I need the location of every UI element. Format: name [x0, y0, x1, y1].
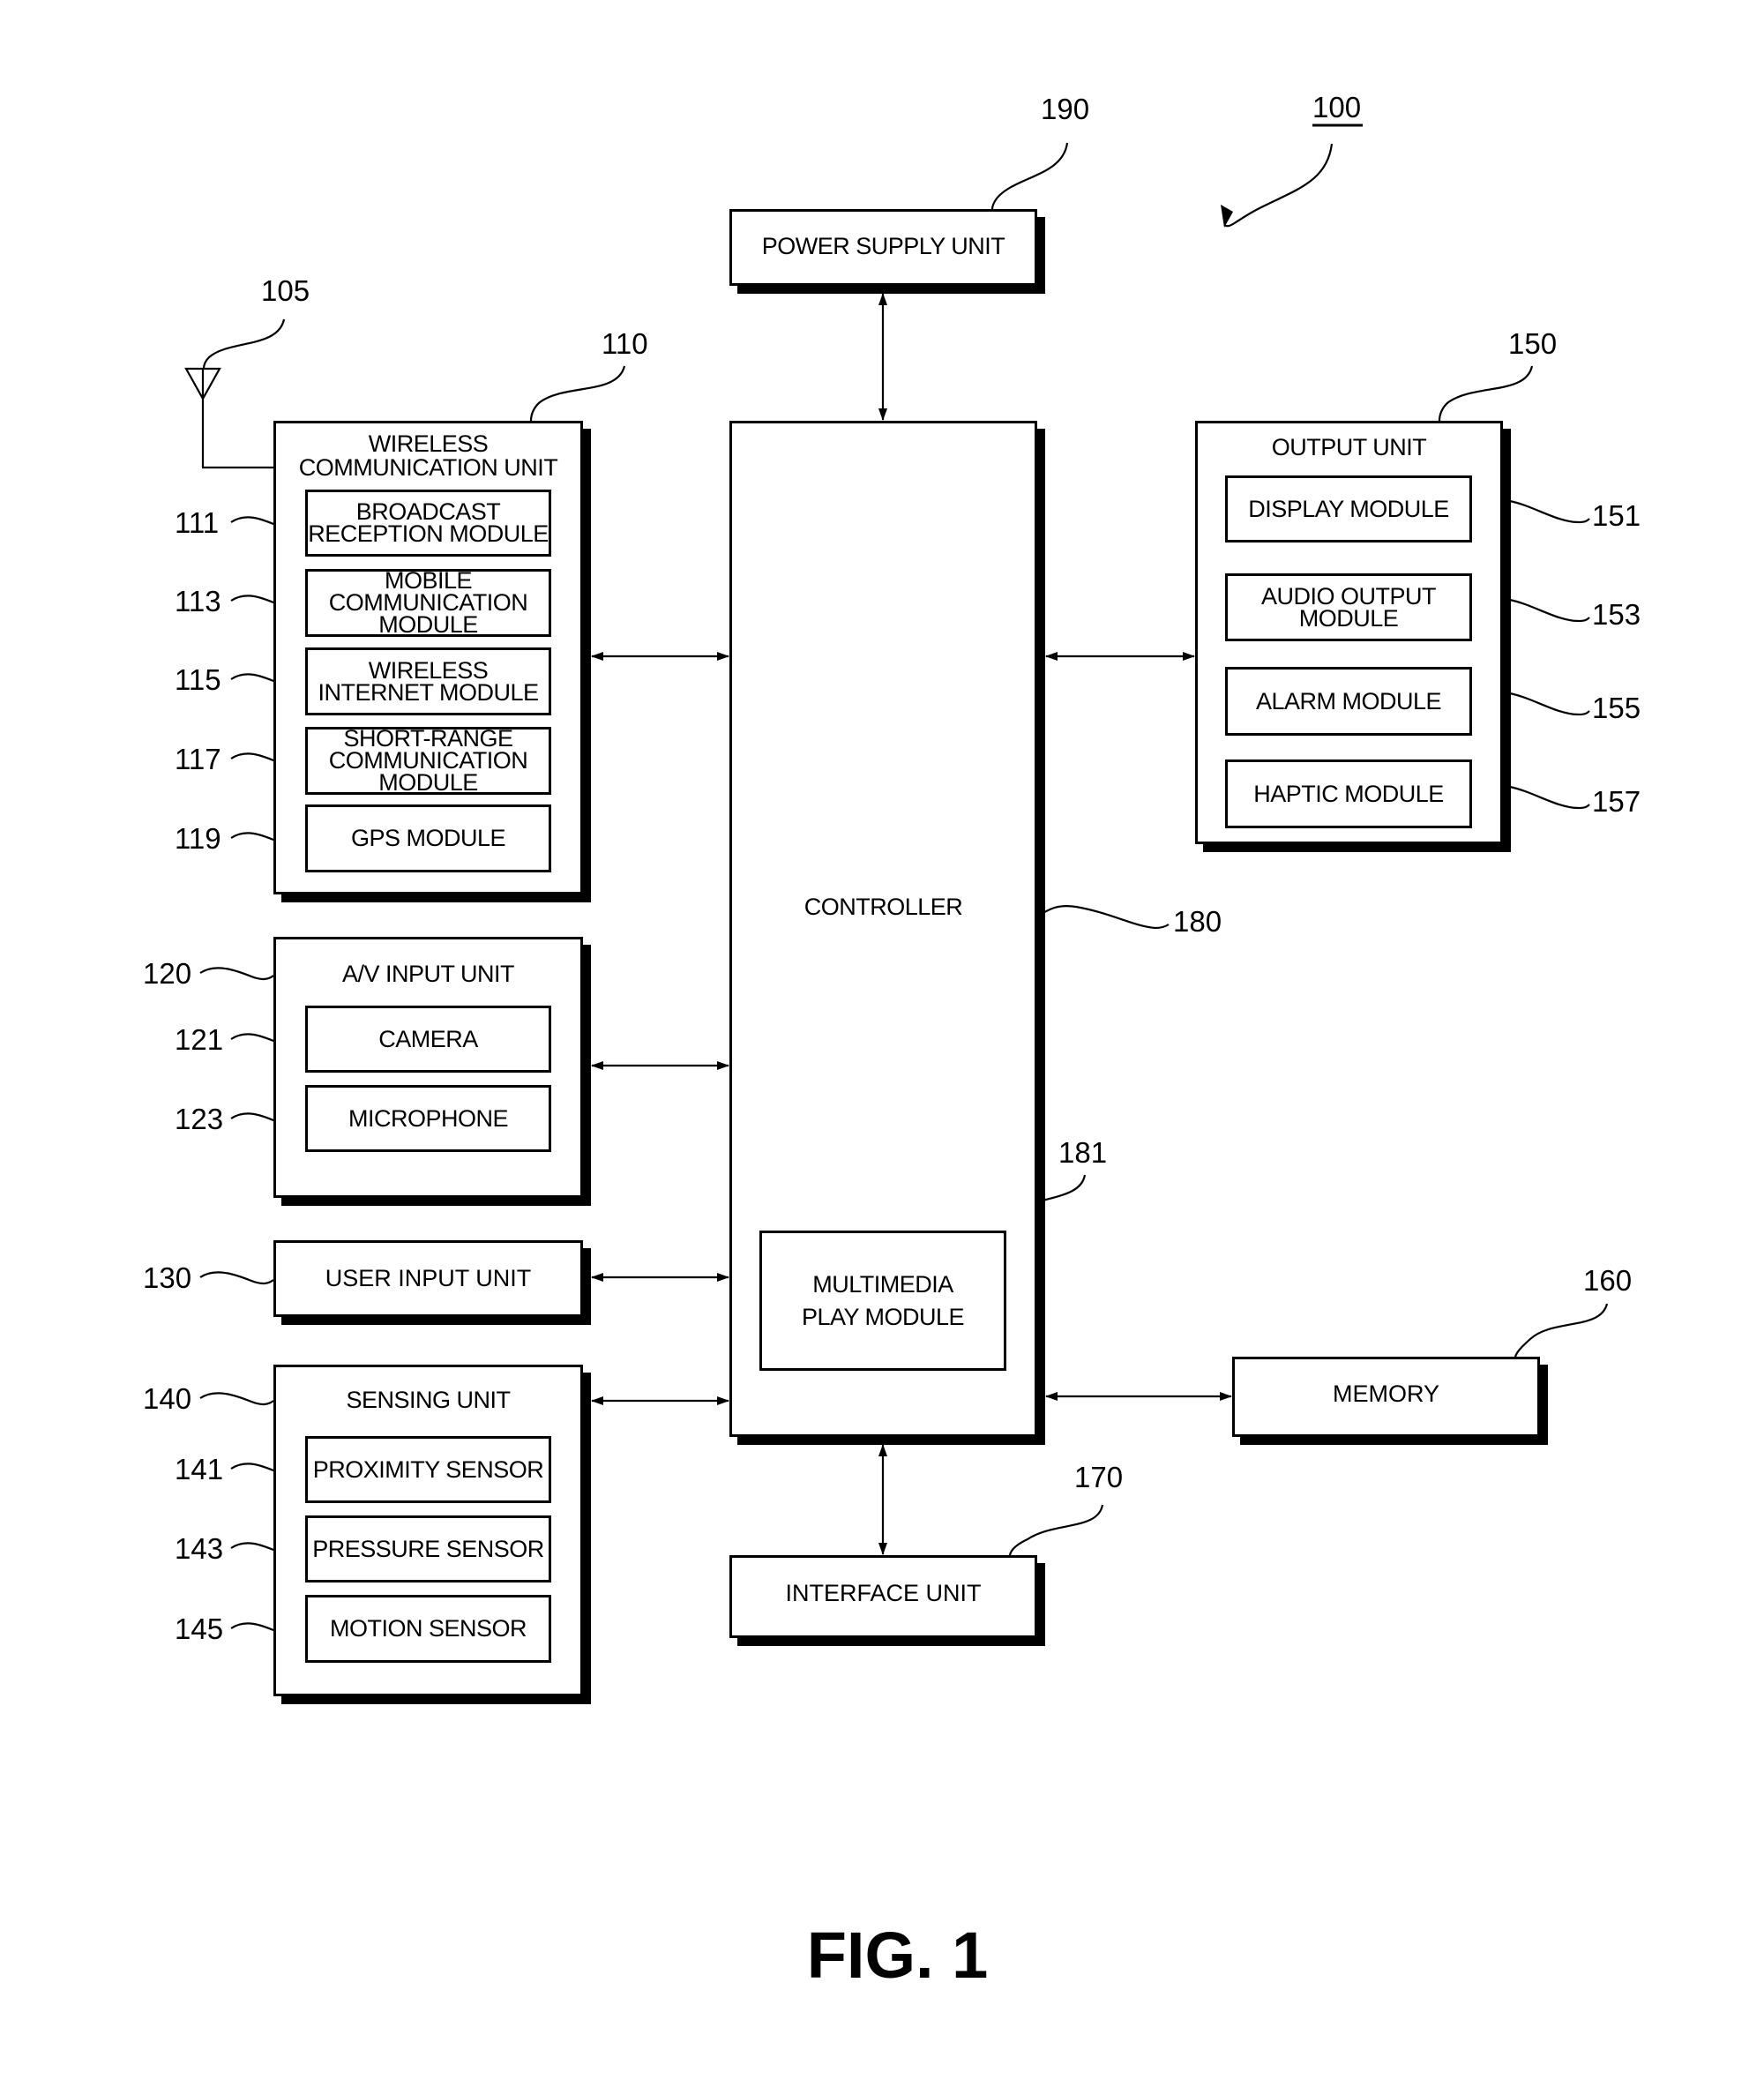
alarm-module: ALARM MODULE [1225, 667, 1472, 736]
av-input-unit-label: A/V INPUT UNIT [341, 961, 515, 987]
ref-119: 119 [175, 822, 221, 855]
camera-module: CAMERA [305, 1006, 551, 1073]
ref-111: 111 [175, 506, 220, 539]
ref-151: 151 [1592, 499, 1641, 532]
broadcast-reception-module: BROADCAST RECEPTION MODULE [305, 490, 551, 557]
audio-output-module: AUDIO OUTPUT MODULE [1225, 573, 1472, 641]
leader-190 [990, 142, 1069, 210]
ref-130: 130 [143, 1261, 192, 1294]
ref-153: 153 [1592, 598, 1641, 631]
ref-155: 155 [1592, 692, 1641, 724]
ref-140: 140 [143, 1382, 192, 1415]
ref-123: 123 [175, 1103, 224, 1135]
wireless-communication-unit-label: WIRELESS COMMUNICATION UNIT [298, 430, 558, 481]
sensing-unit-label: SENSING UNIT [346, 1387, 511, 1413]
microphone-module: MICROPHONE [305, 1085, 551, 1152]
leader-105 [202, 318, 286, 370]
leader-130 [199, 1271, 274, 1285]
ref-170: 170 [1074, 1461, 1124, 1493]
interface-unit-label: INTERFACE UNIT [785, 1579, 982, 1606]
haptic-module: HAPTIC MODULE [1225, 759, 1472, 828]
gps-module: GPS MODULE [305, 804, 551, 872]
leader-160 [1514, 1303, 1609, 1358]
ref-100: 100 [1312, 91, 1362, 123]
leader-150 [1438, 365, 1534, 422]
motion-sensor: MOTION SENSOR [305, 1595, 551, 1663]
user-input-unit-label: USER INPUT UNIT [325, 1265, 532, 1291]
pressure-sensor: PRESSURE SENSOR [305, 1515, 551, 1582]
display-module: DISPLAY MODULE [1225, 475, 1472, 542]
ref-115: 115 [175, 663, 221, 696]
ref-150: 150 [1508, 327, 1558, 360]
power-supply-unit-block: POWER SUPPLY UNIT [729, 209, 1037, 286]
ref-120: 120 [143, 957, 192, 990]
leader-100 [1223, 143, 1334, 228]
leader-170 [1008, 1504, 1104, 1556]
multimedia-play-module: MULTIMEDIA PLAY MODULE [759, 1231, 1006, 1371]
ref-180: 180 [1173, 905, 1222, 938]
user-input-unit-block: USER INPUT UNIT [273, 1240, 583, 1317]
proximity-sensor: PROXIMITY SENSOR [305, 1436, 551, 1503]
interface-unit-block: INTERFACE UNIT [729, 1555, 1037, 1638]
ref-143: 143 [175, 1532, 224, 1565]
leader-140 [199, 1392, 274, 1406]
memory-block: MEMORY [1232, 1357, 1540, 1437]
antenna-icon [184, 367, 273, 469]
memory-label: MEMORY [1332, 1380, 1439, 1407]
ref-110: 110 [602, 327, 648, 360]
wireless-internet-module: WIRELESS INTERNET MODULE [305, 647, 551, 715]
leader-120 [199, 967, 274, 981]
ref-105: 105 [261, 274, 310, 307]
ref-121: 121 [175, 1023, 224, 1056]
power-supply-unit-label: POWER SUPPLY UNIT [761, 233, 1005, 259]
ref-190: 190 [1041, 93, 1090, 125]
mobile-communication-module: MOBILE COMMUNICATION MODULE [305, 569, 551, 637]
ref-181: 181 [1058, 1136, 1108, 1169]
output-unit-label: OUTPUT UNIT [1271, 434, 1427, 460]
ref-141: 141 [175, 1453, 224, 1485]
ref-145: 145 [175, 1612, 224, 1645]
ref-157: 157 [1592, 785, 1641, 818]
leader-110 [529, 365, 626, 422]
controller-label: CONTROLLER [804, 894, 963, 920]
figure-caption: FIG. 1 [806, 1919, 989, 1992]
short-range-communication-module: SHORT-RANGE COMMUNICATION MODULE [305, 727, 551, 795]
ref-113: 113 [175, 585, 221, 617]
leader-180 [1038, 905, 1170, 930]
ref-117: 117 [175, 743, 221, 775]
ref-160: 160 [1583, 1264, 1633, 1297]
